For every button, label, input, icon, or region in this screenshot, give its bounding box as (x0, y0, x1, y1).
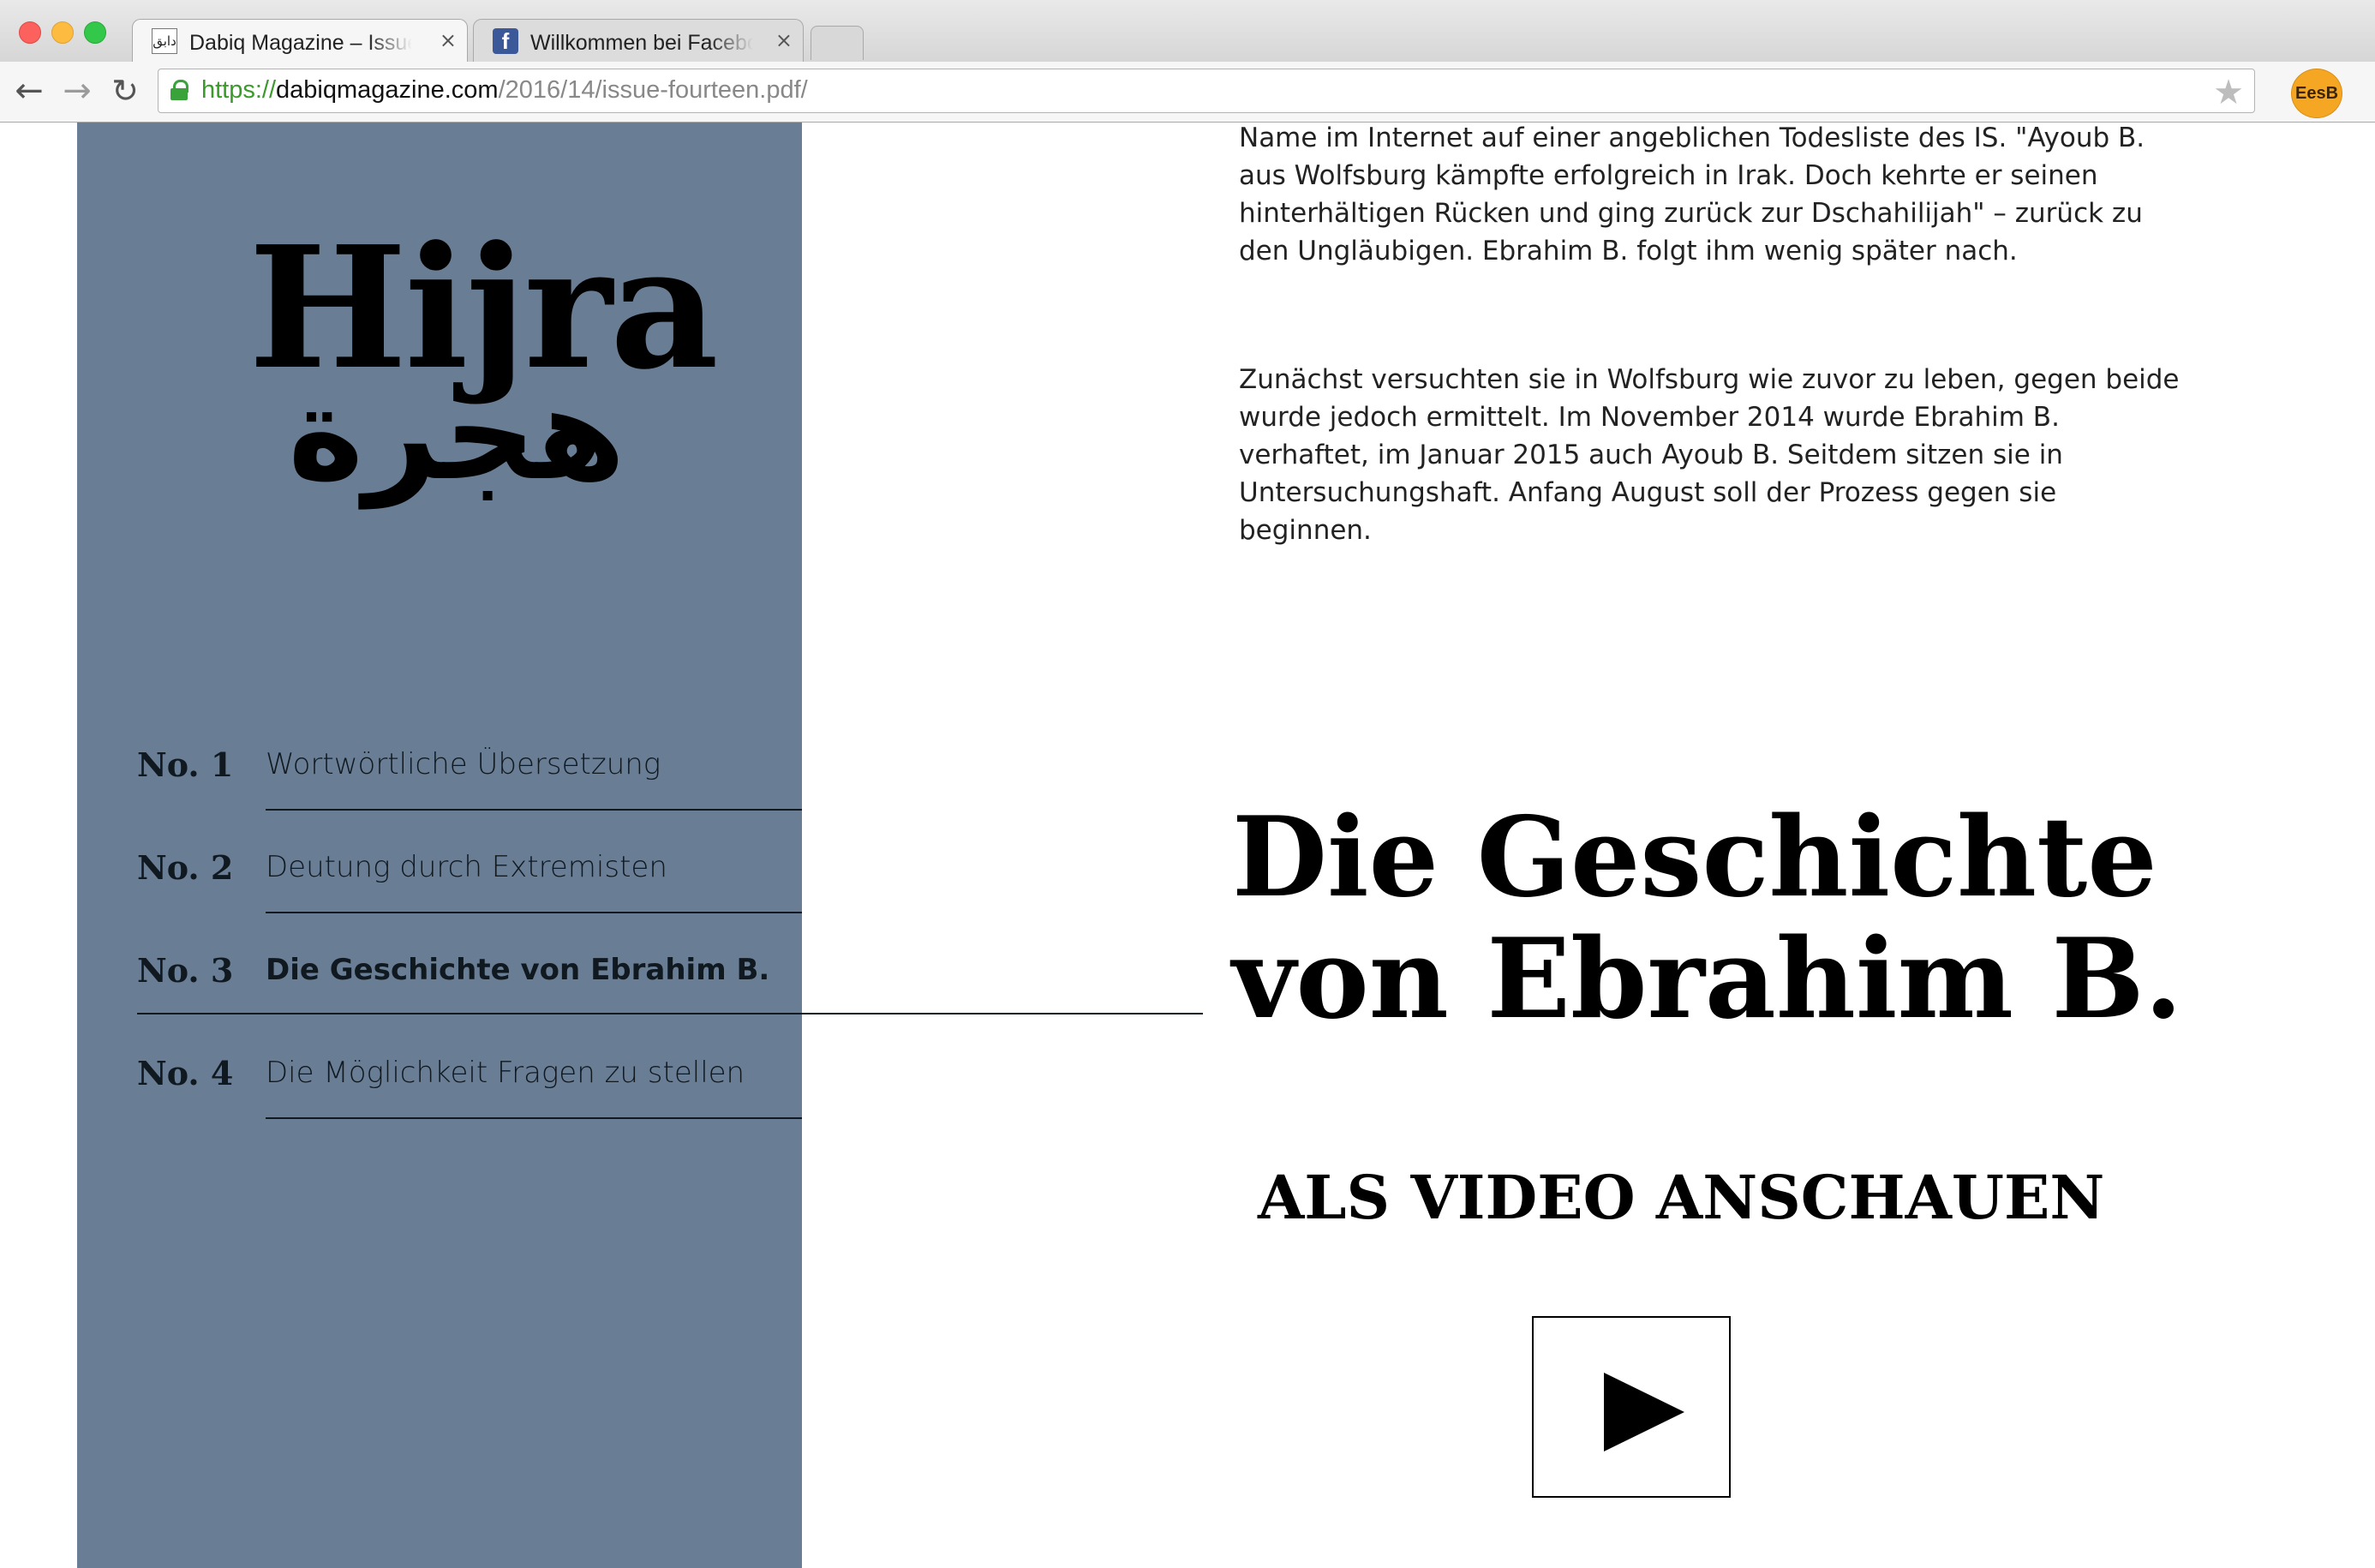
toc-number: No. 4 (137, 1054, 234, 1092)
url-scheme: https:// (201, 76, 277, 104)
minimize-window-button[interactable] (51, 21, 74, 44)
address-bar[interactable]: https://dabiqmagazine.com/2016/14/issue-… (158, 69, 2255, 113)
toc-label: Die Geschichte von Ebrahim B. (266, 953, 770, 987)
toc-current-connector-line (137, 1013, 1203, 1014)
facebook-favicon-icon: f (493, 28, 518, 54)
browser-tab-bar: دابق Dabiq Magazine – Issue F × f Willko… (0, 0, 2375, 63)
section-headline: Die Geschichte von Ebrahim B. (1232, 797, 2182, 1040)
toc-divider (266, 912, 802, 913)
article-paragraph: Zunächst versuchten sie in Wolfsburg wie… (1239, 364, 2180, 546)
toc-number: No. 2 (137, 848, 234, 887)
toc-label: Deutung durch Extremisten (266, 850, 667, 884)
headline-line: Die Geschichte (1232, 793, 2157, 922)
back-arrow-icon[interactable]: ← (10, 70, 48, 111)
new-tab-button[interactable] (811, 26, 864, 60)
close-tab-icon[interactable]: × (440, 28, 457, 52)
url-path: /2016/14/issue-fourteen.pdf/ (498, 76, 808, 104)
toc-number: No. 1 (137, 745, 234, 784)
zoom-window-button[interactable] (84, 21, 106, 44)
tab-dabiq-magazine[interactable]: دابق Dabiq Magazine – Issue F × (132, 19, 468, 62)
toc-divider (266, 1117, 802, 1119)
url-host: dabiqmagazine.com (276, 76, 499, 104)
watch-video-link[interactable]: ALS VIDEO ANSCHAUEN (1258, 1162, 2104, 1233)
toc-number: No. 3 (137, 951, 234, 990)
bookmark-star-icon[interactable]: ★ (2213, 73, 2244, 112)
reload-icon[interactable]: ↻ (106, 70, 144, 111)
play-video-button[interactable] (1532, 1316, 1731, 1498)
browser-toolbar: ← → ↻ https://dabiqmagazine.com/2016/14/… (0, 62, 2375, 123)
toc-divider (266, 809, 802, 811)
play-icon (1604, 1373, 1684, 1451)
logo-hijra-arabic: هجرة (288, 360, 625, 509)
profile-avatar[interactable]: EesB (2291, 69, 2342, 118)
lock-icon (170, 80, 188, 100)
tab-facebook[interactable]: f Willkommen bei Facebook × (473, 19, 804, 62)
forward-arrow-icon[interactable]: → (58, 70, 96, 111)
url-text[interactable]: https://dabiqmagazine.com/2016/14/issue-… (201, 76, 808, 105)
dabiq-favicon-icon: دابق (152, 28, 177, 54)
toc-label: Wortwörtliche Übersetzung (266, 747, 661, 781)
close-window-button[interactable] (19, 21, 41, 44)
tab-title: Dabiq Magazine – Issue F (189, 31, 412, 55)
headline-line: von Ebrahim B. (1232, 915, 2183, 1044)
tab-title: Willkommen bei Facebook (530, 31, 753, 55)
toc-label: Die Möglichkeit Fragen zu stellen (266, 1056, 745, 1090)
close-tab-icon[interactable]: × (775, 28, 793, 52)
article-paragraph: Name im Internet auf einer angeblichen T… (1239, 123, 2145, 266)
